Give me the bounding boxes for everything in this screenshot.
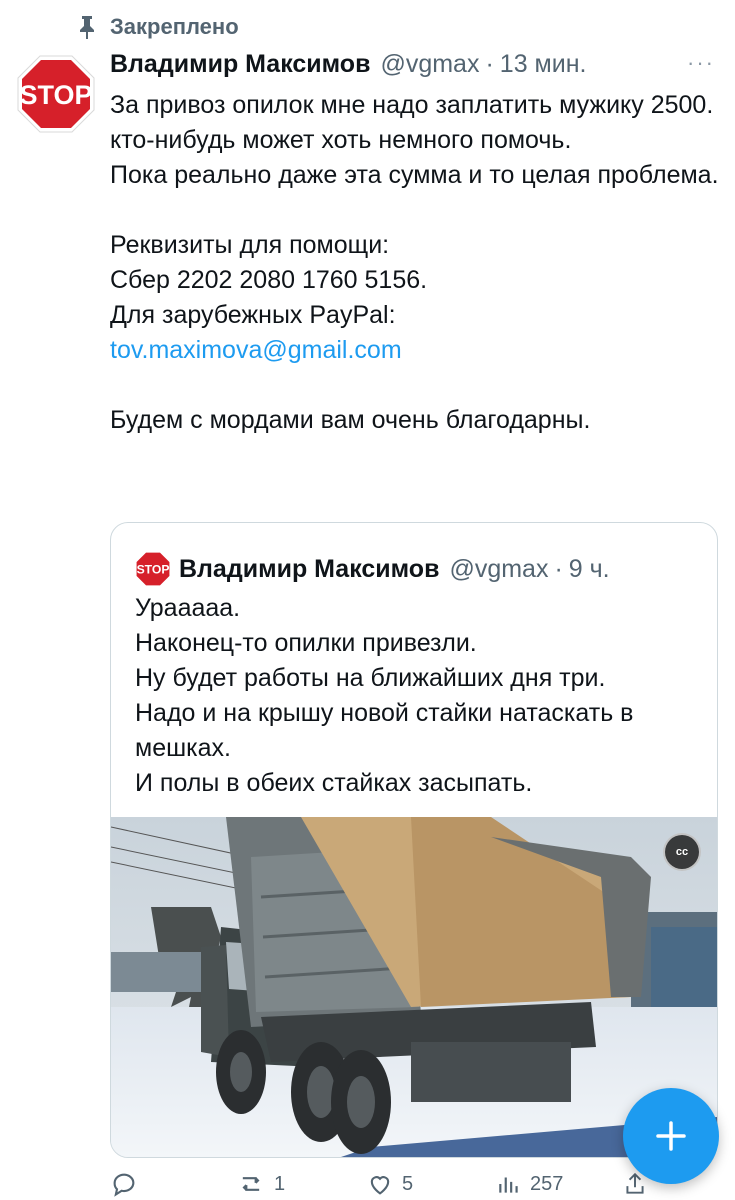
tweet-line: кто-нибудь может хоть немного помочь. [110,126,572,154]
tweet-line: Пока реально даже эта сумма и то целая п… [110,161,719,189]
email-link[interactable]: tov.maximova@gmail.com [110,333,720,368]
closing-line: Будем с мордами вам очень благодарны. [110,406,591,434]
views-button[interactable]: 257 [496,1170,563,1198]
quote-author-handle: @vgmax [449,554,549,583]
tweet-line: За привоз опилок мне надо заплатить мужи… [110,91,714,119]
quote-line: Наконец-то опилки привезли. [135,629,477,657]
paypal-label: Для зарубежных PayPal: [110,301,396,329]
quote-separator-dot: · [554,554,563,583]
retweet-count: 1 [274,1172,286,1195]
quote-time: 9 ч. [568,554,610,583]
author-name[interactable]: Владимир Максимов [110,50,370,79]
heart-icon [370,1176,390,1195]
retweet-icon [242,1177,260,1191]
tweet-header: Владимир Максимов @vgmax · 13 мин. [110,50,586,79]
quote-avatar: STOP [135,551,171,587]
quote-text: Ураaааа. Наконец-то опилки привезли. Ну … [135,591,701,801]
requisites-title: Реквизиты для помощи: [110,231,390,259]
like-button[interactable]: 5 [366,1170,413,1198]
more-options-icon[interactable]: ··· [687,50,715,76]
views-icon [499,1177,518,1193]
reply-button[interactable] [110,1170,146,1198]
quote-header: STOP Владимир Максимов @vgmax · 9 ч. [135,551,610,587]
pin-icon [80,16,94,39]
avatar[interactable]: STOP [16,54,96,134]
quote-avatar-text: STOP [137,563,170,577]
sber-details: Сбер 2202 2080 1760 5156. [110,266,428,294]
quote-line: Ну будет работы на ближайших дня три. [135,664,606,692]
quote-line: И полы в обеих стайках засыпать. [135,769,533,797]
dump-truck-photo [111,817,717,1157]
like-count: 5 [402,1172,414,1195]
tweet-time[interactable]: 13 мин. [500,50,587,79]
reply-icon [113,1173,135,1197]
pinned-indicator: Закреплено [78,14,239,40]
retweet-button[interactable]: 1 [236,1170,285,1198]
author-handle[interactable]: @vgmax [380,50,479,79]
tweet-text: За привоз опилок мне надо заплатить мужи… [110,88,720,438]
quote-line: Ураaааа. [135,594,241,622]
tweet-actions: 1 5 257 [110,1170,720,1200]
views-count: 257 [530,1172,564,1195]
quoted-tweet[interactable]: STOP Владимир Максимов @vgmax · 9 ч. Ура… [110,522,718,1158]
avatar-text: STOP [19,80,92,110]
video-media[interactable]: cc [111,817,717,1157]
pinned-label: Закреплено [110,14,239,39]
plus-icon [656,1121,686,1151]
quote-line: Надо и на крышу новой стайки натаскать в… [135,699,634,762]
compose-button[interactable] [623,1088,719,1184]
captions-badge[interactable]: cc [663,833,701,871]
separator-dot: · [485,50,494,78]
quote-author-name: Владимир Максимов [179,554,440,583]
